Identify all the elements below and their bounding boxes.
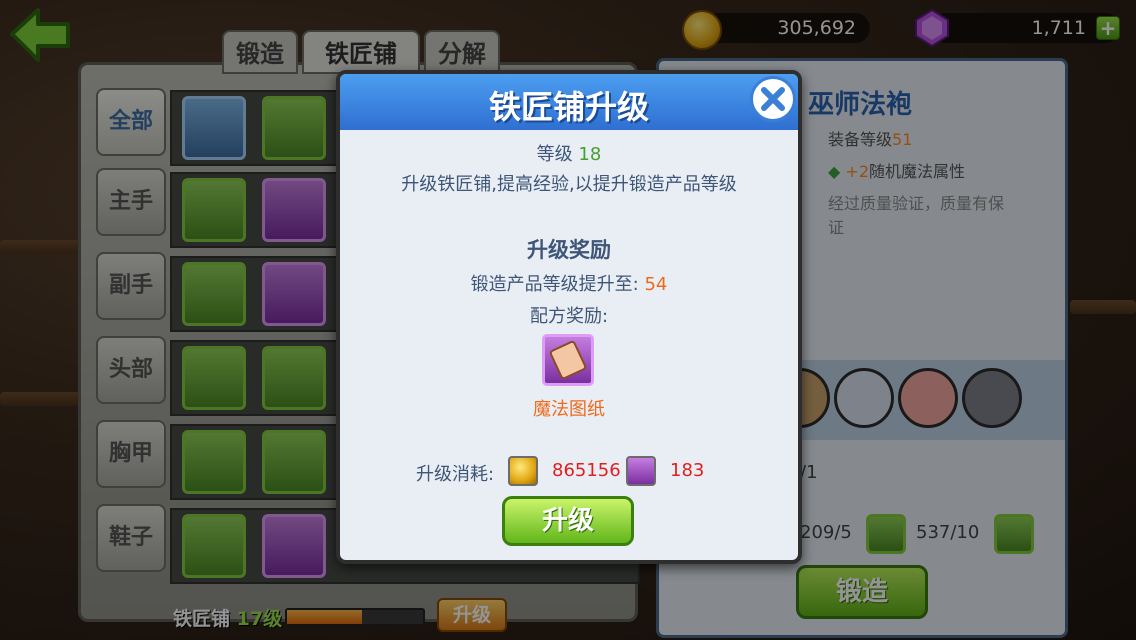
upgrade-button[interactable]: 升级: [502, 496, 634, 546]
level-value: 18: [578, 144, 602, 165]
product-level-line: 锻造产品等级提升至: 54: [336, 270, 802, 296]
level-label: 等级: [536, 144, 573, 165]
modal-title: 铁匠铺升级: [488, 88, 649, 126]
modal-level-line: 等级 18: [336, 140, 802, 166]
cost-label: 升级消耗:: [416, 464, 495, 485]
reward-name: 魔法图纸: [533, 399, 605, 420]
product-level-label: 锻造产品等级提升至:: [470, 274, 639, 295]
material-icon: [626, 456, 656, 486]
reward-heading: 升级奖励: [527, 238, 611, 262]
cost-gold: 865156: [552, 460, 621, 481]
recipe-label: 配方奖励:: [529, 306, 609, 327]
scroll-icon[interactable]: [542, 334, 594, 386]
product-level-value: 54: [644, 274, 668, 295]
gold-coin-icon: [508, 456, 538, 486]
cost-row: 升级消耗: 865156 183: [336, 456, 802, 486]
close-icon: [761, 87, 785, 111]
close-button[interactable]: [750, 76, 796, 122]
cost-item: 183: [670, 460, 705, 481]
modal-description: 升级铁匠铺,提高经验,以提升锻造产品等级: [401, 174, 737, 195]
